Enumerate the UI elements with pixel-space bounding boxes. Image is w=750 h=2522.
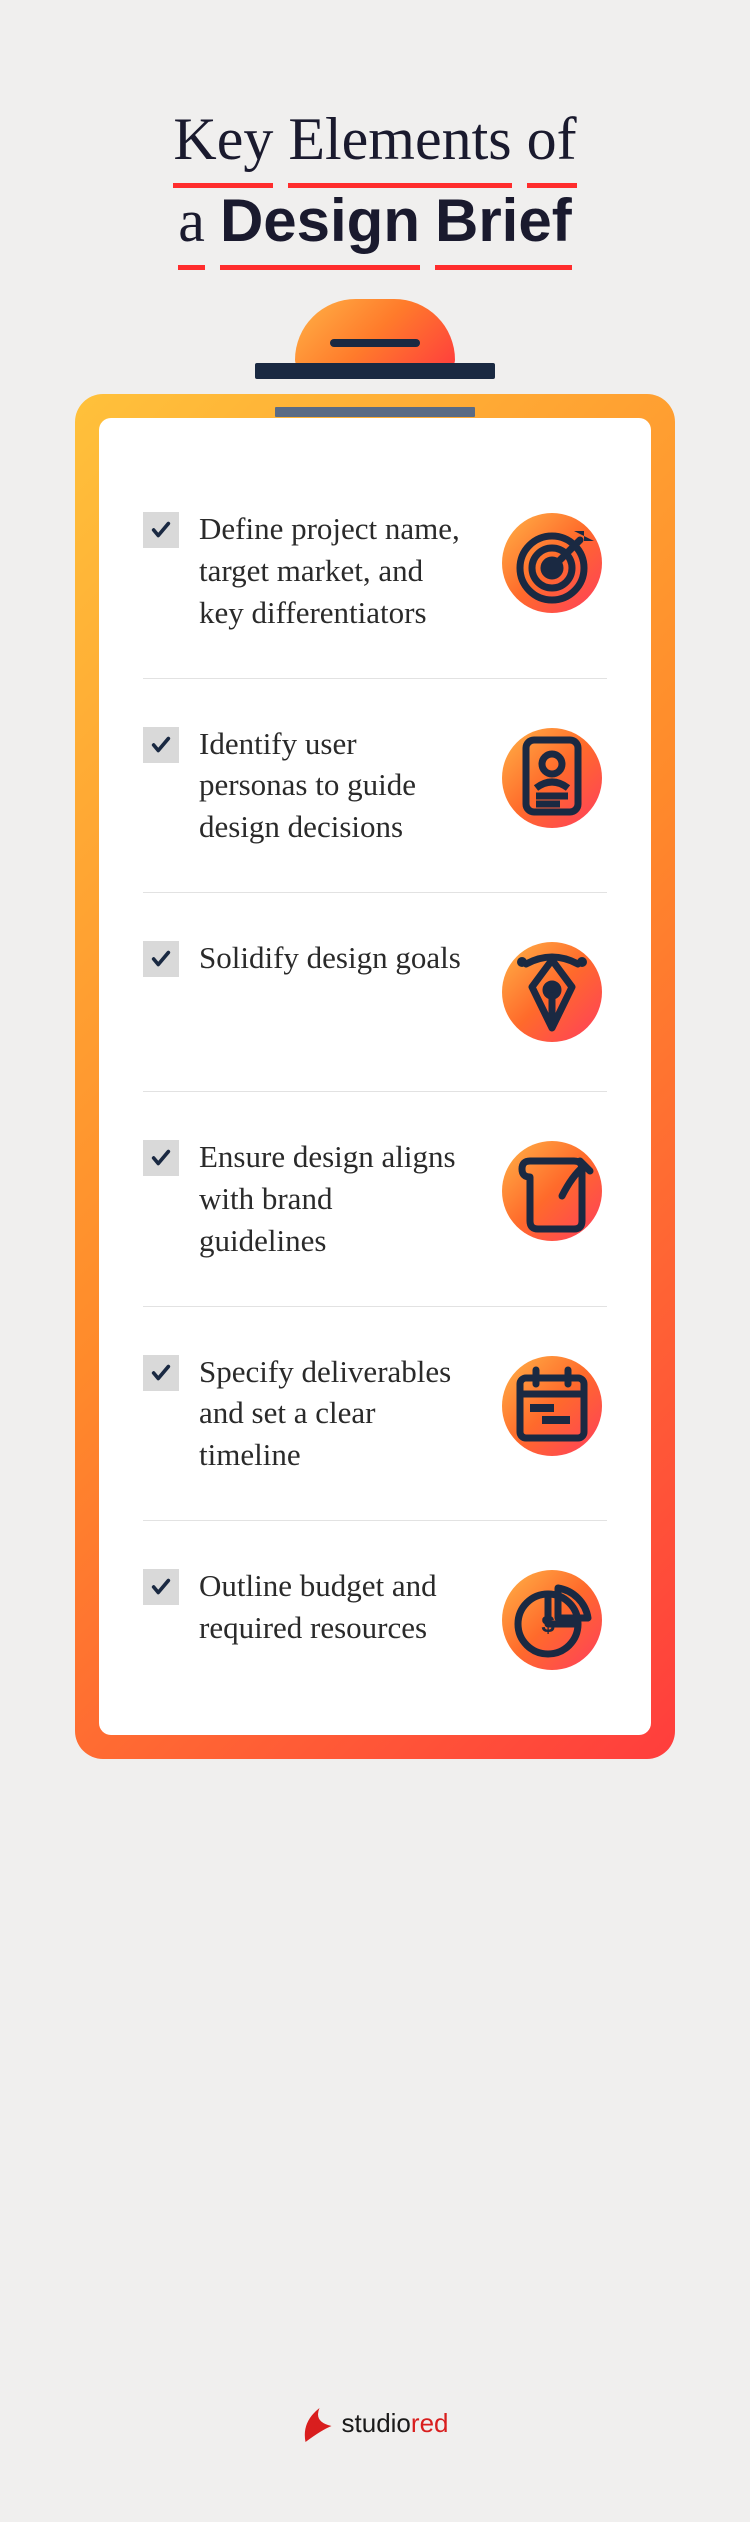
checklist-item: Solidify design goals (143, 892, 607, 1091)
title-word: Key (173, 100, 273, 182)
logo-swoosh-icon (302, 2404, 336, 2442)
persona-icon (497, 723, 607, 833)
checkbox-icon (143, 512, 179, 548)
pie-dollar-icon: $ (497, 1565, 607, 1675)
checkbox-icon (143, 1569, 179, 1605)
checklist-item: Identify user personas to guide design d… (143, 678, 607, 893)
scroll-icon (497, 1136, 607, 1246)
title-word: Design (220, 182, 420, 264)
checklist-item: Ensure design aligns with brand guidelin… (143, 1091, 607, 1306)
item-text: Identify user personas to guide design d… (199, 723, 477, 849)
item-text: Ensure design aligns with brand guidelin… (199, 1136, 477, 1262)
title-word: of (527, 100, 577, 182)
checkbox-icon (143, 941, 179, 977)
pen-nib-icon (497, 937, 607, 1047)
checklist-item: Outline budget and required resources $ (143, 1520, 607, 1675)
item-text: Solidify design goals (199, 937, 477, 979)
target-icon (497, 508, 607, 618)
checklist: Define project name, target market, and … (99, 418, 651, 1735)
checkbox-icon (143, 727, 179, 763)
checklist-item: Define project name, target market, and … (143, 508, 607, 678)
checklist-item: Specify deliverables and set a clear tim… (143, 1306, 607, 1521)
title-word: Brief (435, 182, 572, 264)
item-text: Outline budget and required resources (199, 1565, 477, 1649)
checkbox-icon (143, 1355, 179, 1391)
title-word: a (178, 182, 205, 264)
item-text: Specify deliverables and set a clear tim… (199, 1351, 477, 1477)
brand-logo: studiored (302, 2404, 449, 2442)
logo-text: studiored (342, 2408, 449, 2439)
calendar-icon (497, 1351, 607, 1461)
page-title: Key Elements of a Design Brief (0, 0, 750, 264)
clipboard-clip-icon (255, 299, 495, 417)
clipboard: Define project name, target market, and … (75, 394, 675, 1759)
checkbox-icon (143, 1140, 179, 1176)
svg-text:$: $ (541, 1611, 555, 1638)
item-text: Define project name, target market, and … (199, 508, 477, 634)
title-word: Elements (288, 100, 511, 182)
